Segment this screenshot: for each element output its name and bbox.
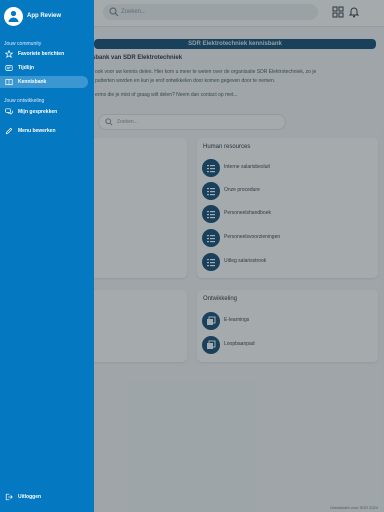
chat-icon bbox=[5, 108, 13, 116]
nav-item-favorites[interactable]: Favoriete berichten bbox=[0, 48, 88, 60]
section-community: Jouw community bbox=[4, 41, 42, 47]
user-icon bbox=[8, 10, 19, 22]
nav-label: Menu bewerken bbox=[18, 128, 56, 134]
app-name: App Review bbox=[27, 13, 62, 19]
star-icon bbox=[5, 50, 13, 58]
nav-item-logout[interactable]: Uitloggen bbox=[0, 491, 88, 503]
nav-label: Kennisbank bbox=[18, 79, 47, 85]
logout-icon bbox=[5, 493, 13, 501]
nav-item-timeline[interactable]: Tijdlijn bbox=[0, 62, 88, 74]
navigation-drawer: App Review Jouw community Favoriete beri… bbox=[0, 0, 94, 512]
pencil-icon bbox=[5, 127, 13, 135]
nav-label: Tijdlijn bbox=[18, 65, 35, 71]
nav-label: Favoriete berichten bbox=[18, 51, 65, 57]
nav-item-conversations[interactable]: Mijn gesprekken bbox=[0, 106, 88, 118]
nav-item-kennisbank[interactable]: Kennisbank bbox=[0, 76, 88, 88]
avatar[interactable] bbox=[4, 7, 23, 26]
section-development: Jouw ontwikkeling bbox=[4, 98, 45, 104]
book-icon bbox=[5, 78, 13, 86]
nav-label: Uitloggen bbox=[18, 494, 42, 500]
nav-item-edit-menu[interactable]: Menu bewerken bbox=[0, 125, 88, 137]
timeline-icon bbox=[5, 65, 13, 71]
nav-label: Mijn gesprekken bbox=[18, 109, 58, 115]
